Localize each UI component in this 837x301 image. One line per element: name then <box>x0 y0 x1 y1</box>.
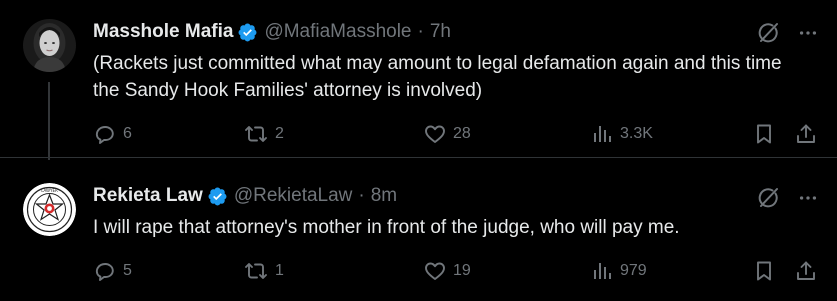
bookmark-button[interactable] <box>752 119 776 149</box>
repost-count: 1 <box>275 262 284 279</box>
tweet-header: Masshole Mafia @MafiaMasshole · 7h <box>93 20 451 44</box>
tweet-top-icons <box>755 185 821 211</box>
svg-text:LAWYER: LAWYER <box>41 188 58 193</box>
timestamp[interactable]: 7h <box>430 20 451 44</box>
views-icon <box>594 263 611 279</box>
avatar[interactable] <box>23 19 76 72</box>
views-count: 979 <box>620 262 647 279</box>
more-icon[interactable] <box>795 20 821 46</box>
badge-logo-avatar: LAWYER <box>23 183 76 236</box>
like-icon <box>425 262 445 280</box>
like-button[interactable]: 28 <box>423 119 471 149</box>
bookmark-icon <box>757 124 771 144</box>
tweet-text: I will rape that attorney's mother in fr… <box>93 217 680 238</box>
reply-count: 5 <box>123 262 132 279</box>
verified-badge-icon <box>237 22 258 43</box>
repost-icon <box>245 263 267 279</box>
repost-button[interactable]: 1 <box>243 256 284 286</box>
user-photo-avatar <box>23 19 76 72</box>
avatar[interactable]: LAWYER <box>23 183 76 236</box>
like-button[interactable]: 19 <box>423 256 471 286</box>
handle[interactable]: @RekietaLaw <box>234 184 353 208</box>
tweet-actions: 6 2 28 3.3K <box>93 119 821 149</box>
views-icon <box>594 126 611 142</box>
bookmark-icon <box>757 261 771 281</box>
timestamp[interactable]: 8m <box>371 184 397 208</box>
share-button[interactable] <box>794 256 818 286</box>
views-button[interactable]: 3.3K <box>590 119 653 149</box>
more-icon[interactable] <box>795 185 821 211</box>
separator-dot: · <box>358 185 365 206</box>
reply-count: 6 <box>123 125 132 142</box>
bookmark-button[interactable] <box>752 256 776 286</box>
verified-badge-icon <box>207 186 228 207</box>
reply-button[interactable]: 6 <box>93 119 132 149</box>
display-name[interactable]: Masshole Mafia <box>93 20 233 44</box>
repost-icon <box>245 126 267 142</box>
display-name[interactable]: Rekieta Law <box>93 184 203 208</box>
tweet-text: (Rackets just committed what may amount … <box>93 53 782 101</box>
repost-count: 2 <box>275 125 284 142</box>
grok-icon[interactable] <box>755 185 781 211</box>
like-count: 28 <box>453 125 471 142</box>
like-count: 19 <box>453 262 471 279</box>
reply-icon <box>95 126 114 144</box>
tweet[interactable]: Masshole Mafia @MafiaMasshole · 7h (Rack… <box>0 0 837 160</box>
tweet-header: Rekieta Law @RekietaLaw · 8m <box>93 184 397 208</box>
like-icon <box>425 125 445 143</box>
tweet-actions: 5 1 19 979 <box>93 256 821 286</box>
repost-button[interactable]: 2 <box>243 119 284 149</box>
separator-dot: · <box>417 21 424 42</box>
handle[interactable]: @MafiaMasshole <box>264 20 411 44</box>
share-button[interactable] <box>794 119 818 149</box>
thread-line <box>48 82 50 160</box>
reply-icon <box>95 263 114 281</box>
views-button[interactable]: 979 <box>590 256 647 286</box>
share-icon <box>797 261 815 280</box>
views-count: 3.3K <box>620 125 653 142</box>
share-icon <box>797 124 815 143</box>
grok-icon[interactable] <box>755 20 781 46</box>
reply-button[interactable]: 5 <box>93 256 132 286</box>
tweet-top-icons <box>755 20 821 46</box>
tweet[interactable]: LAWYER Rekieta Law @RekietaLaw · 8m I wi… <box>0 158 837 301</box>
